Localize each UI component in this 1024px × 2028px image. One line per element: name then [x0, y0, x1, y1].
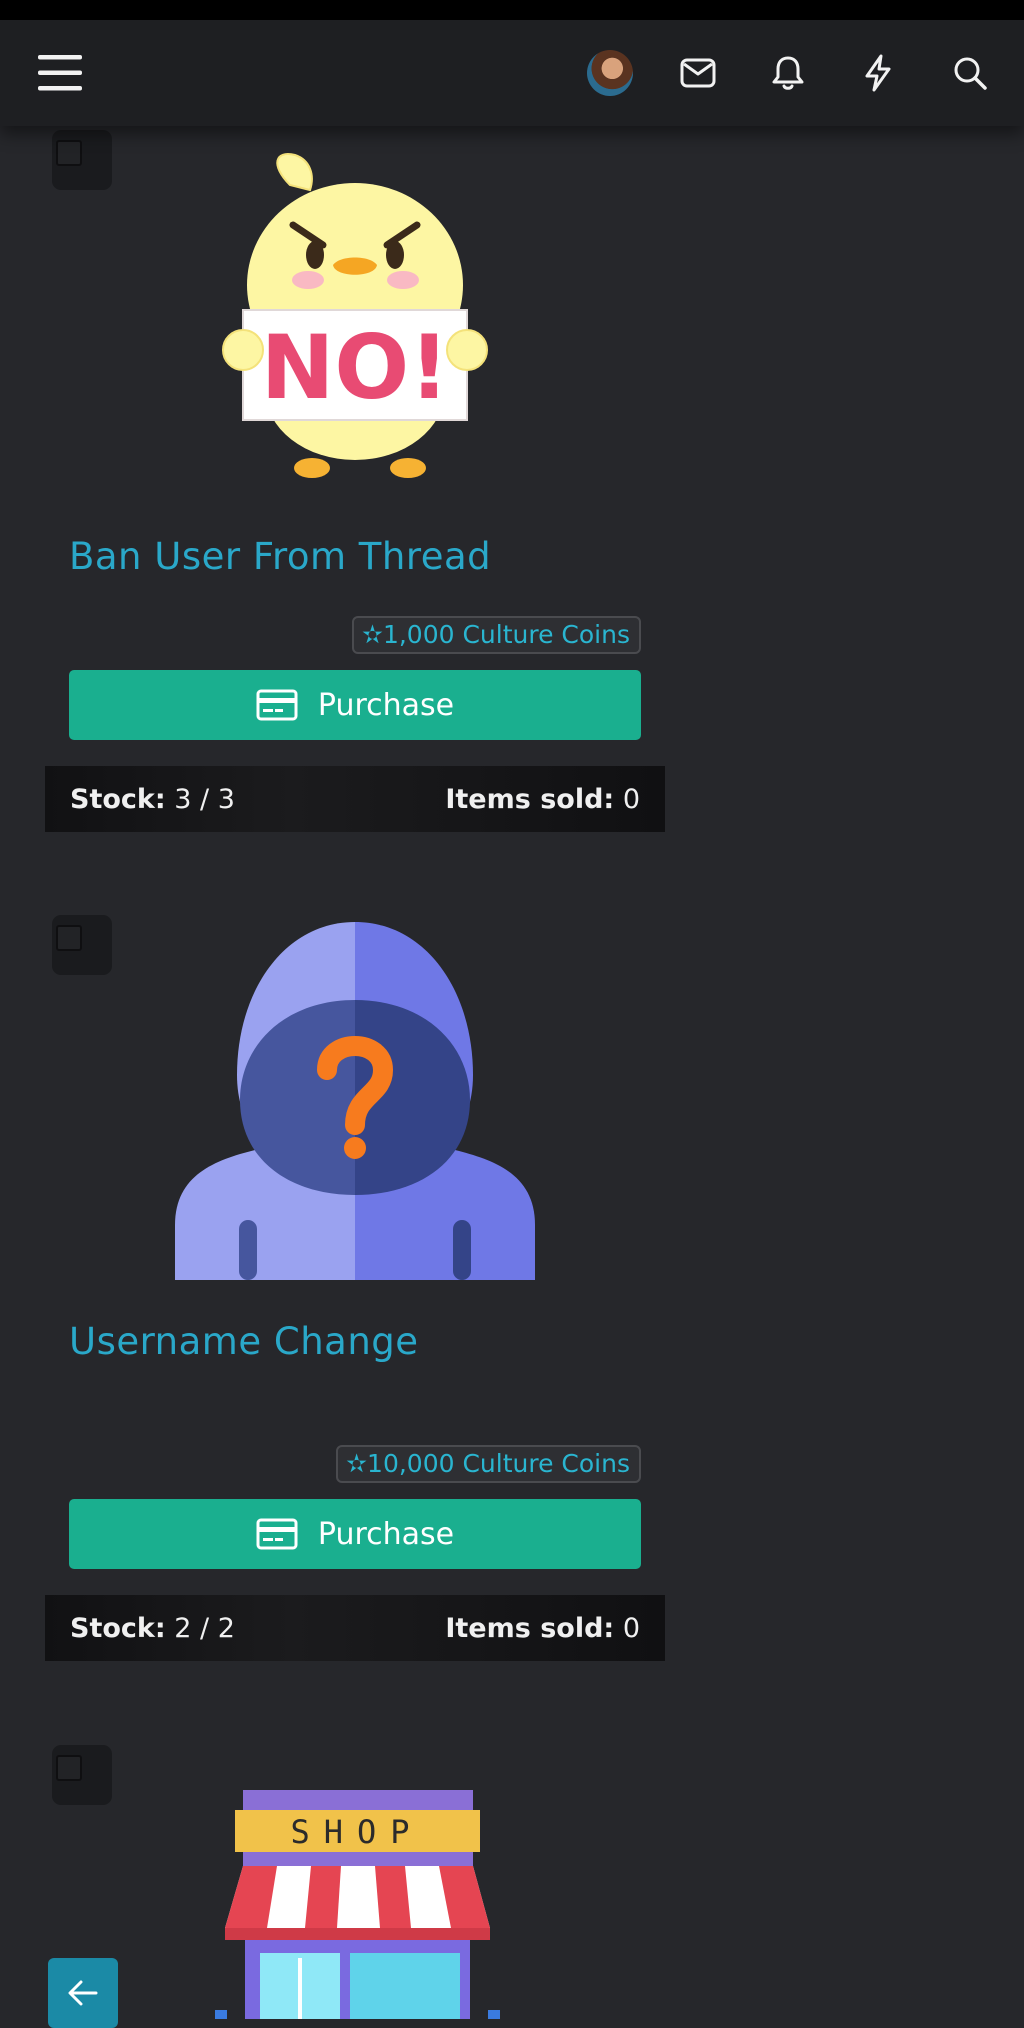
- user-avatar-button[interactable]: [584, 20, 636, 126]
- mail-icon: [680, 58, 716, 88]
- shop-sign-text: SHOP: [290, 1813, 423, 1851]
- shop-storefront-image: SHOP: [215, 1790, 500, 2019]
- search-button[interactable]: [944, 20, 996, 126]
- lightning-icon: [865, 54, 891, 92]
- top-navbar: [0, 20, 1024, 126]
- whats-new-button[interactable]: [852, 20, 904, 126]
- item-select-checkbox[interactable]: [52, 1745, 112, 1805]
- bell-icon: [772, 56, 804, 90]
- avatar: [587, 50, 633, 96]
- hamburger-menu-button[interactable]: [30, 20, 90, 126]
- search-icon: [954, 57, 987, 90]
- hamburger-icon: [38, 55, 82, 91]
- shop-item-list: NO! Ban User From Thread ✫1,000 Culture …: [0, 0, 1024, 2019]
- inbox-button[interactable]: [672, 20, 724, 126]
- alerts-button[interactable]: [762, 20, 814, 126]
- back-button[interactable]: [48, 1958, 118, 2028]
- shop-item: SHOP: [0, 0, 700, 2019]
- arrow-left-icon: [68, 1980, 98, 2006]
